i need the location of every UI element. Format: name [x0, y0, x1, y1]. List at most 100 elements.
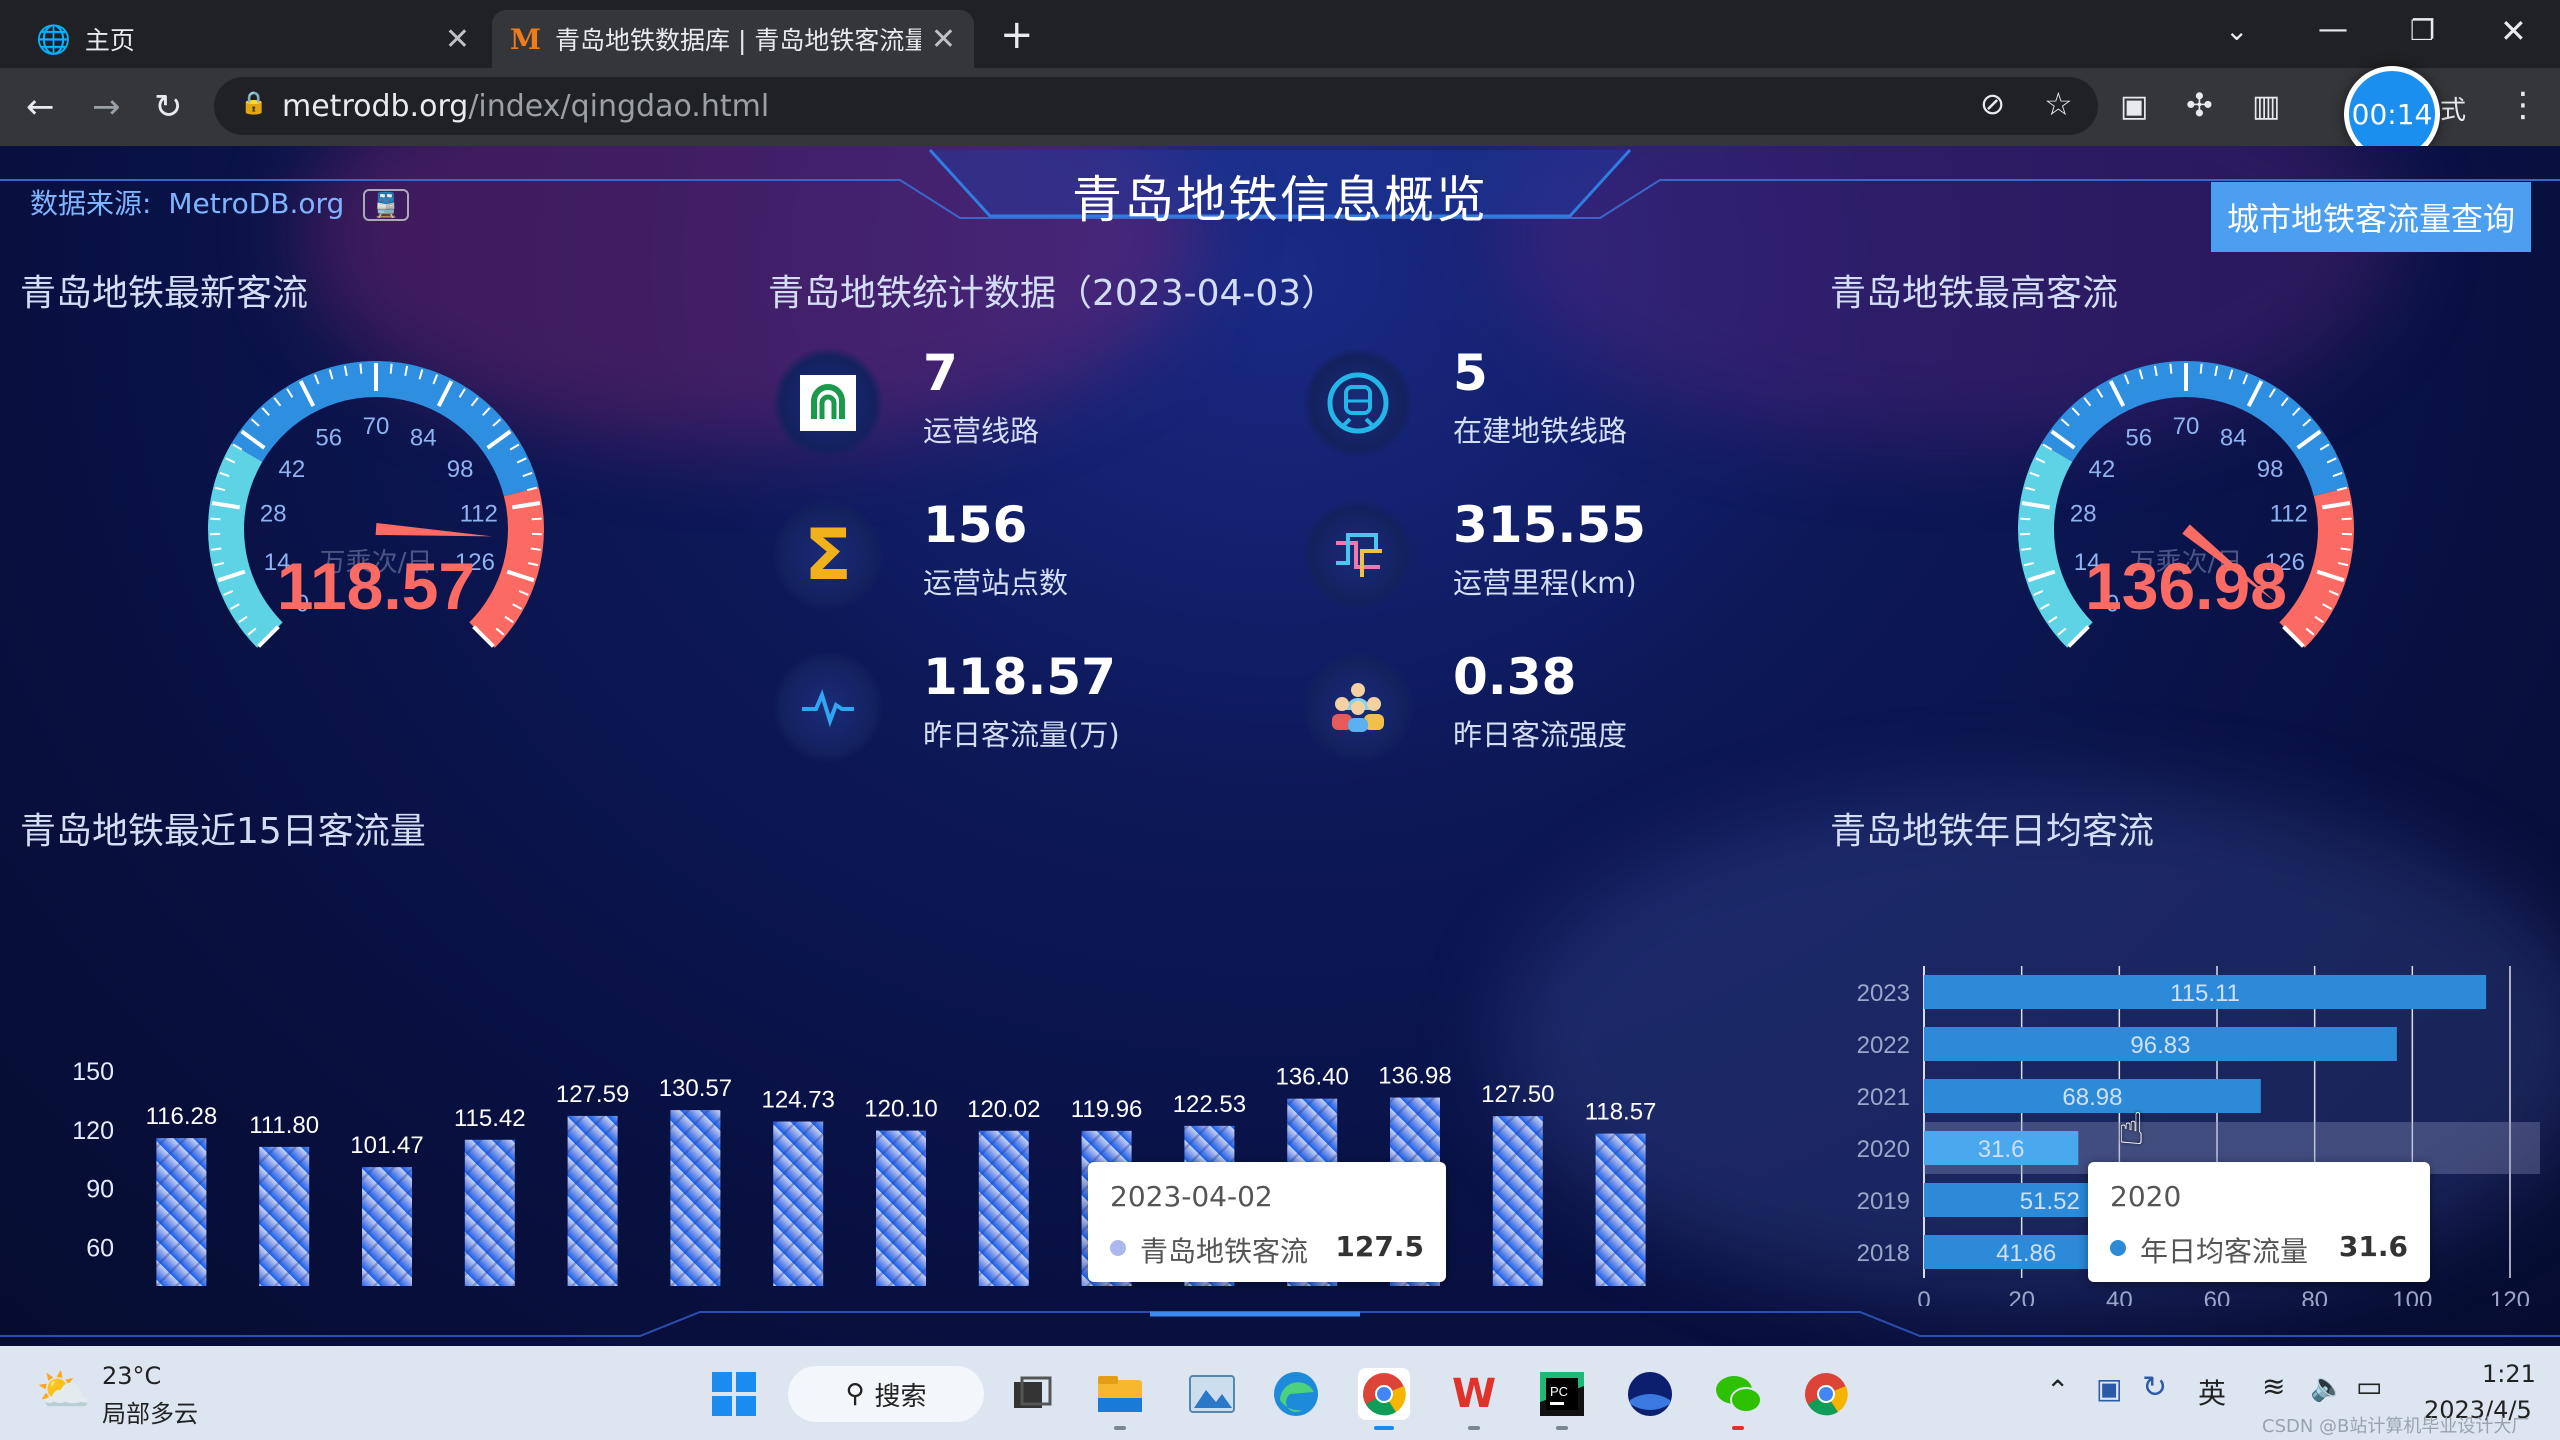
photos-icon[interactable]	[1186, 1368, 1238, 1420]
bar-value-label: 51.52	[2020, 1188, 2080, 1215]
metro-logo-icon	[773, 348, 883, 458]
close-tab-icon[interactable]: ✕	[445, 22, 470, 57]
gauge-tick-label: 112	[2270, 501, 2308, 528]
tab-metrodb[interactable]: M 青岛地铁数据库 | 青岛地铁客流量 ✕	[492, 10, 974, 68]
pycharm-icon[interactable]: PC	[1536, 1368, 1588, 1430]
extension-icon[interactable]: ▣	[2120, 90, 2148, 124]
wps-icon[interactable]: W	[1448, 1368, 1500, 1430]
bar-value-label: 101.47	[350, 1132, 423, 1159]
battery-icon[interactable]: ▭	[2356, 1370, 2382, 1403]
latest-flow-title: 青岛地铁最新客流	[20, 273, 309, 314]
gauge-tick	[530, 547, 541, 551]
city-query-button[interactable]: 城市地铁客流量查询	[2211, 182, 2531, 252]
bar	[773, 1121, 824, 1286]
start-windows-icon[interactable]	[708, 1368, 760, 1420]
tray-sync-icon[interactable]: ↻	[2142, 1370, 2167, 1405]
stat-label: 昨日客流强度	[1453, 718, 1628, 752]
bar-value-label: 122.53	[1173, 1091, 1246, 1118]
address-bar[interactable]: 🔒 metrodb.org/index/qingdao.html ⊘ ☆	[214, 77, 2098, 135]
y-tick-label: 90	[86, 1176, 114, 1204]
gauge-tick	[211, 547, 222, 551]
gauge-tick-label: 70	[2173, 413, 2200, 440]
x-tick-label: 20	[2008, 1287, 2035, 1306]
tray-chevron-icon[interactable]: ⌃	[2046, 1374, 2069, 1407]
recent-flow-bar-chart: 0306090120150116.282023-03-20111.802023-…	[72, 1058, 1656, 1286]
yearly-chart-tooltip: 2020 年日均客流量 31.6	[2088, 1162, 2430, 1282]
gauge-tick	[2021, 547, 2032, 551]
wifi-icon[interactable]: ≋	[2262, 1370, 2285, 1403]
sigma-icon: Σ	[773, 500, 883, 610]
windows-taskbar: ⛅ 23°C 局部多云 ⚲ 搜索 W PC ⌃ ▣ ↻ 英 ≋ 🔈 ▭ 1:21…	[0, 1346, 2560, 1440]
y-tick-label: 2019	[1857, 1188, 1910, 1215]
train-badge-icon: 🚆	[363, 189, 410, 221]
x-tick-label: 100	[2392, 1287, 2432, 1306]
edge-icon[interactable]	[1270, 1368, 1322, 1420]
reload-icon[interactable]: ↻	[154, 90, 183, 124]
ime-indicator[interactable]: 英	[2198, 1372, 2226, 1412]
gauge-tick-label: 56	[2125, 424, 2152, 451]
tab-home[interactable]: 🌐 主页 ✕	[18, 10, 488, 68]
minimize-icon[interactable]: —	[2318, 12, 2348, 47]
gauge-tick-label: 42	[279, 456, 306, 483]
stat-value: 5	[1453, 344, 1488, 402]
y-tick-label: 120	[72, 1117, 114, 1145]
volume-icon[interactable]: 🔈	[2310, 1370, 2345, 1403]
close-window-icon[interactable]: ✕	[2500, 12, 2527, 50]
tooltip-series: 年日均客流量	[2140, 1235, 2309, 1268]
weather-temp: 23°C	[102, 1362, 162, 1390]
profile-label[interactable]: 式	[2440, 90, 2466, 127]
bar	[1492, 1116, 1543, 1286]
puzzle-icon[interactable]: ✣	[2186, 88, 2213, 122]
y-tick-label: 60	[86, 1234, 114, 1262]
gauge-tick	[2199, 363, 2203, 374]
forward-icon[interactable]: →	[92, 90, 121, 124]
tooltip-series: 青岛地铁客流	[1140, 1235, 1309, 1268]
menu-kebab-icon[interactable]: ⋮	[2506, 88, 2540, 122]
svg-text:PC: PC	[1550, 1384, 1568, 1399]
weather-icon[interactable]: ⛅	[36, 1364, 91, 1416]
bar-value-label: 127.50	[1481, 1081, 1554, 1108]
close-tab-icon[interactable]: ✕	[931, 22, 956, 57]
x-tick-label: 40	[2106, 1287, 2133, 1306]
tab-search-chevron-icon[interactable]: ⌄	[2225, 14, 2248, 47]
y-tick-label: 2020	[1857, 1136, 1910, 1163]
task-view-icon[interactable]	[1006, 1368, 1058, 1420]
bar-value-label: 115.42	[454, 1105, 526, 1132]
stat-value: 118.57	[923, 648, 1116, 706]
stat-mileage: 315.55 运营里程(km)	[1303, 492, 1783, 622]
x-tick-label: 120	[2490, 1287, 2530, 1306]
bookmark-star-icon[interactable]: ☆	[2044, 85, 2073, 123]
crowd-icon	[1303, 652, 1413, 762]
data-source-link[interactable]: MetroDB.org	[168, 187, 344, 220]
file-explorer-icon[interactable]	[1094, 1368, 1146, 1430]
back-icon[interactable]: ←	[26, 90, 55, 124]
chrome-icon[interactable]	[1358, 1368, 1410, 1430]
tooltip-marker-icon	[1110, 1240, 1126, 1256]
train-icon	[1303, 348, 1413, 458]
gauge-tick-label: 98	[447, 456, 474, 483]
new-tab-button[interactable]: +	[1000, 12, 1034, 58]
bar-value-label: 120.02	[967, 1096, 1040, 1123]
peak-flow-gauge: 014284256 70 8498112126万乘次/日136.98	[2018, 361, 2354, 648]
lock-icon: 🔒	[240, 91, 268, 116]
app-earth-icon[interactable]	[1624, 1368, 1676, 1420]
bar	[567, 1115, 618, 1286]
bar-value-label: 127.59	[556, 1081, 629, 1108]
y-tick-label: 2022	[1857, 1032, 1910, 1059]
bar-value-label: 120.10	[864, 1096, 937, 1123]
restore-icon[interactable]: ❐	[2410, 14, 2435, 47]
eye-off-icon[interactable]: ⊘	[1980, 87, 2005, 122]
tooltip-value: 31.6	[2338, 1230, 2408, 1263]
footer-decoration	[0, 1311, 2560, 1337]
clock-time[interactable]: 1:21	[2482, 1360, 2536, 1388]
wechat-icon[interactable]	[1712, 1368, 1764, 1430]
gauge-tick	[531, 517, 542, 521]
gauge-tick-label: 42	[2089, 456, 2116, 483]
gauge-tick	[389, 363, 393, 374]
taskbar-search[interactable]: ⚲ 搜索	[788, 1366, 984, 1422]
chrome-alt-icon[interactable]	[1800, 1368, 1852, 1420]
gauge-tick-label: 98	[2257, 456, 2284, 483]
sidepanel-icon[interactable]: ▥	[2252, 90, 2280, 124]
gauge-tick-label: 84	[2220, 424, 2247, 451]
tray-app-icon[interactable]: ▣	[2096, 1372, 2122, 1405]
